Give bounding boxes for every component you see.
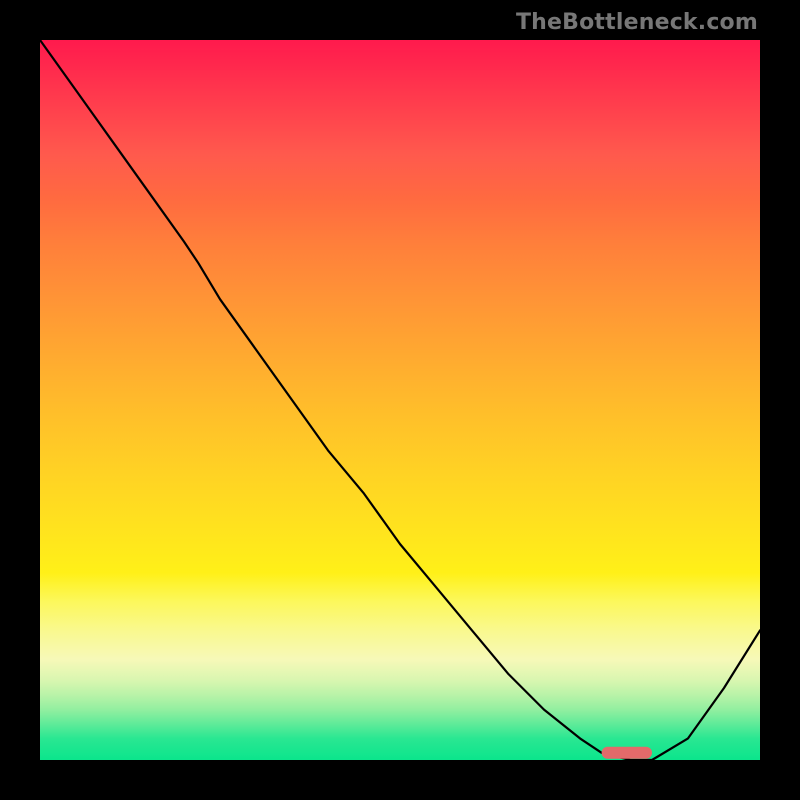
line-series [40,40,760,760]
figure: TheBottleneck.com [0,0,800,800]
plot-area [40,40,760,760]
flat-marker [602,747,652,759]
chart-svg [40,40,760,760]
watermark: TheBottleneck.com [516,10,758,35]
